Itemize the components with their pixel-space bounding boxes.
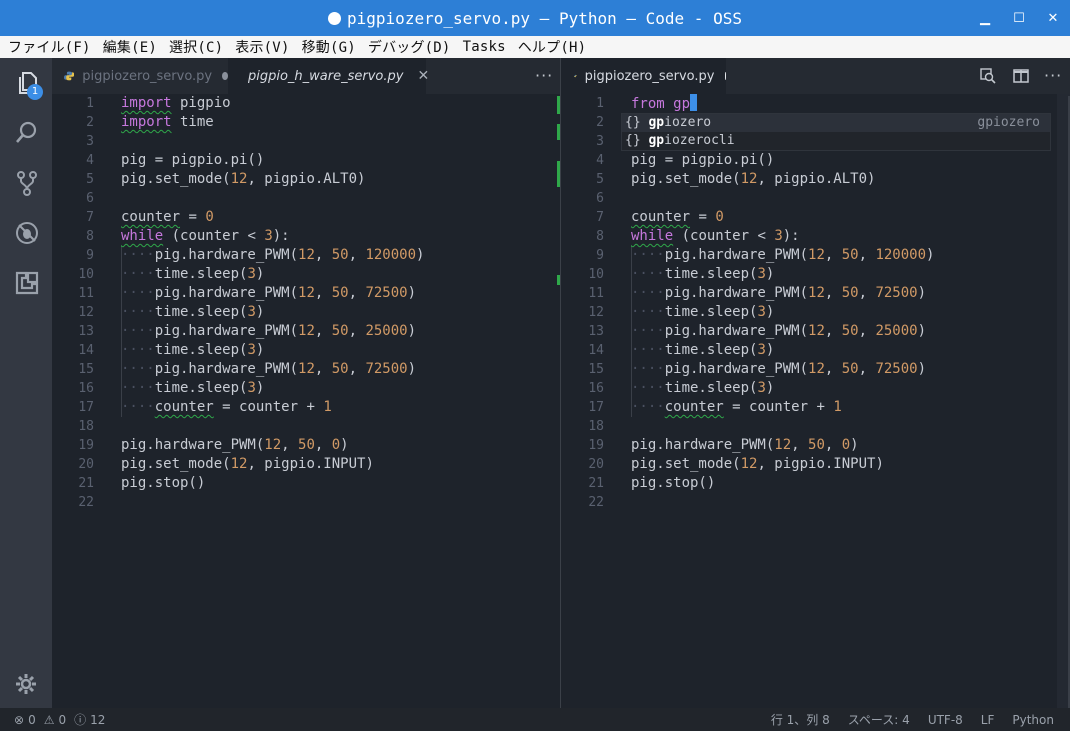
maximize-icon[interactable]: ☐ — [1012, 11, 1026, 26]
activity-bar: 1 — [0, 58, 52, 708]
code-editor-right[interactable]: 1 from gp 2 3 4 pig = pigpio.pi() 5 pig.set… — [562, 94, 1070, 512]
menu-edit[interactable]: 編集(E) — [103, 37, 157, 57]
suggestion-label: iozero — [664, 115, 712, 130]
debug-icon[interactable] — [14, 220, 40, 246]
python-file-icon — [64, 71, 75, 81]
warning-icon: ⚠ — [43, 712, 55, 727]
encoding[interactable]: UTF-8 — [928, 713, 963, 727]
tab-pigpio-h-ware-servo[interactable]: pigpio_h_ware_servo.py ✕ — [228, 58, 429, 94]
menu-file[interactable]: ファイル(F) — [8, 37, 91, 57]
explorer-badge: 1 — [27, 84, 43, 100]
tab-label: pigpiozero_servo.py — [82, 68, 213, 84]
window-title-text: pigpiozero_servo.py — Python — Code - OS… — [347, 8, 742, 28]
text-cursor — [690, 94, 698, 111]
error-icon: ⊗ — [14, 712, 25, 727]
suggestion-label: iozerocli — [664, 133, 735, 148]
cursor-position[interactable]: 行 1、列 8 — [771, 711, 830, 728]
tab-label: pigpio_h_ware_servo.py — [248, 68, 404, 84]
end-of-line[interactable]: LF — [981, 713, 995, 727]
editor-group-right: pigpiozero_servo.py ··· 1 from gp 2 3 4 pi… — [562, 58, 1070, 708]
status-bar: ⊗ 0 ⚠ 0 ⓘ 12 行 1、列 8 スペース: 4 UTF-8 LF Py… — [0, 708, 1070, 731]
git-change-mark — [557, 124, 560, 140]
more-actions-icon[interactable]: ··· — [1044, 66, 1062, 85]
menu-go[interactable]: 移動(G) — [302, 37, 356, 57]
indentation[interactable]: スペース: 4 — [848, 711, 910, 728]
search-icon[interactable] — [14, 120, 40, 146]
unsaved-dot-icon — [328, 11, 342, 25]
module-icon: {} — [625, 133, 641, 148]
close-window-icon[interactable]: ✕ — [1046, 11, 1060, 26]
close-tab-icon[interactable]: ✕ — [417, 68, 429, 84]
tab-bar-left: pigpiozero_servo.py pigpio_h_ware_servo.… — [52, 58, 560, 94]
info-count: 12 — [90, 712, 106, 727]
unsaved-dot-icon — [724, 72, 726, 80]
window-title: pigpiozero_servo.py — Python — Code - OS… — [328, 9, 742, 28]
typed-text: from gp — [631, 96, 691, 112]
more-actions-icon[interactable]: ··· — [535, 66, 553, 85]
settings-gear-icon[interactable] — [14, 672, 40, 698]
menu-bar: ファイル(F) 編集(E) 選択(C) 表示(V) 移動(G) デバッグ(D) … — [0, 36, 1070, 58]
problems-summary[interactable]: ⊗ 0 ⚠ 0 ⓘ 12 — [0, 711, 105, 728]
tab-pigpiozero-servo-right[interactable]: pigpiozero_servo.py — [562, 58, 726, 94]
source-control-icon[interactable] — [14, 170, 40, 196]
code-editor-left[interactable]: 1 import pigpio 2 import time 3 4 pig = pig… — [52, 94, 560, 512]
minimize-icon[interactable]: ▁ — [978, 11, 992, 26]
tab-pigpiozero-servo-left[interactable]: pigpiozero_servo.py — [52, 58, 228, 94]
language-mode[interactable]: Python — [1012, 713, 1054, 727]
split-editor-icon[interactable] — [1013, 68, 1029, 88]
suggestion-item[interactable]: {} gpiozerocli — [622, 132, 1050, 150]
open-changes-icon[interactable] — [980, 68, 996, 88]
suggestion-match: gp — [648, 115, 665, 130]
warning-count: 0 — [58, 712, 67, 727]
suggestion-detail: gpiozero — [977, 115, 1040, 130]
tab-bar-right: pigpiozero_servo.py ··· — [562, 58, 1070, 94]
extensions-icon[interactable] — [14, 270, 40, 296]
error-count: 0 — [28, 712, 36, 727]
module-icon: {} — [625, 115, 641, 130]
suggestion-match: gp — [648, 133, 665, 148]
suggestion-item[interactable]: {} gpiozero gpiozero — [622, 114, 1050, 132]
python-file-icon — [574, 74, 577, 78]
git-change-mark — [557, 161, 560, 187]
editor-group-left: pigpiozero_servo.py pigpio_h_ware_servo.… — [52, 58, 561, 708]
info-icon: ⓘ — [74, 713, 87, 727]
git-change-mark — [557, 275, 560, 285]
tab-label: pigpiozero_servo.py — [584, 68, 715, 84]
autocomplete-widget: {} gpiozero gpiozero {} gpiozerocli — [621, 113, 1051, 151]
git-change-mark — [557, 96, 560, 114]
menu-help[interactable]: ヘルプ(H) — [518, 37, 587, 57]
menu-selection[interactable]: 選択(C) — [169, 37, 223, 57]
title-bar: pigpiozero_servo.py — Python — Code - OS… — [0, 0, 1070, 36]
menu-tasks[interactable]: Tasks — [463, 39, 506, 55]
menu-view[interactable]: 表示(V) — [235, 37, 289, 57]
menu-debug[interactable]: デバッグ(D) — [368, 37, 451, 57]
